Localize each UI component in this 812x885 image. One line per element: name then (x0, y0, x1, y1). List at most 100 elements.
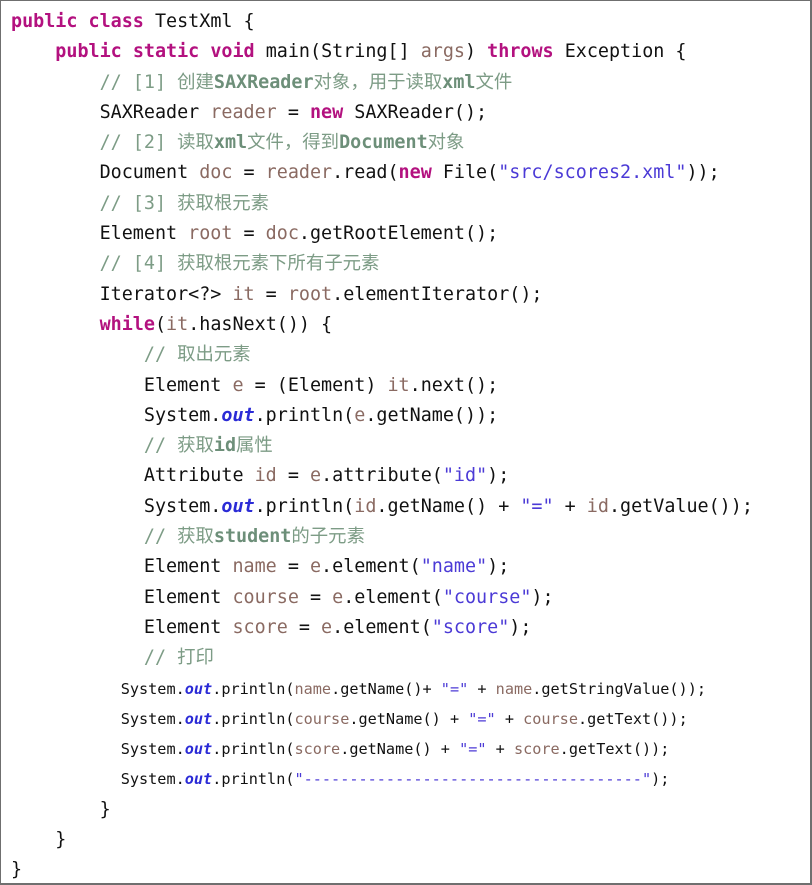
code-line-17: System.out.println(id.getName() + "=" + … (11, 492, 808, 522)
comment-text: 对象，用于读取 (313, 71, 443, 93)
code-line-11: while(it.hasNext()) { (11, 310, 808, 340)
token-method-println: .println( (254, 404, 355, 426)
token-punct: ); (509, 616, 532, 638)
token-var-it: it (387, 374, 410, 396)
comment-text: // [3] 获取根元素 (99, 192, 270, 214)
token-keyword-throws: throws (487, 41, 565, 63)
code-line-21: Element score = e.element("score"); (11, 613, 808, 643)
token-string-score: "score" (431, 616, 510, 638)
token-class-system: System. (143, 404, 222, 426)
token-var-id: id (254, 465, 277, 487)
token-method-element: .element( (343, 586, 443, 608)
token-string-name: "name" (420, 556, 488, 578)
token-var-reader: reader (210, 101, 277, 123)
token-type-element: Element (143, 616, 233, 638)
token-type-element: Element (143, 556, 233, 578)
token-type-iterator: Iterator<?> (99, 283, 233, 305)
token-method-read: .read( (332, 162, 399, 184)
token-type-document: Document (99, 162, 200, 184)
token-type-element: Element (143, 586, 233, 608)
token-var-score: score (294, 740, 341, 759)
token-constructor-call: SAXReader(); (354, 101, 488, 123)
token-field-out: out (184, 679, 213, 698)
token-operator: = (298, 586, 333, 608)
token-keyword-class: class (88, 11, 155, 32)
token-var-root: root (287, 283, 333, 305)
token-method-println: .println( (212, 709, 295, 728)
token-var-course: course (523, 709, 578, 728)
comment-text: // 获取 (143, 435, 214, 457)
comment-text: // 打印 (143, 647, 214, 669)
token-brace-close-while: } (99, 798, 111, 820)
token-class-system: System. (120, 709, 185, 728)
token-string-equals: "=" (520, 495, 554, 517)
comment-text: 对象 (427, 132, 465, 154)
code-line-7-comment: // [3] 获取根元素 (11, 189, 808, 219)
token-punct: ) (465, 41, 488, 63)
token-operator-plus: + (553, 495, 587, 517)
token-var-e: e (309, 465, 322, 487)
token-keyword-while: while (99, 313, 155, 335)
token-brace-close-method: } (55, 829, 67, 851)
token-param-args: args (420, 41, 466, 63)
token-operator: = (276, 101, 310, 123)
token-var-course: course (232, 586, 299, 608)
token-var-reader: reader (265, 162, 333, 184)
token-string-equals: "=" (459, 740, 487, 759)
token-var-root: root (188, 223, 233, 245)
token-punct: ); (487, 465, 510, 487)
comment-emphasis: Document (339, 132, 428, 154)
token-keyword-new: new (309, 101, 355, 123)
token-method-next: .next(); (409, 374, 499, 396)
token-var-id: id (354, 495, 377, 517)
code-line-6: Document doc = reader.read(new File("src… (11, 158, 808, 188)
code-line-4: SAXReader reader = new SAXReader(); (11, 98, 808, 128)
token-operator-plus: + (495, 709, 524, 728)
code-line-23: System.out.println(name.getName()+ "=" +… (11, 674, 808, 704)
comment-text: 属性 (236, 435, 273, 457)
token-var-course: course (294, 709, 350, 728)
token-var-e: e (321, 616, 333, 638)
token-method-getvalue: .getValue()); (608, 495, 753, 517)
code-line-27: } (11, 795, 808, 825)
token-var-it: it (166, 313, 189, 335)
comment-text: 的子元素 (291, 526, 365, 548)
token-var-doc: doc (265, 223, 299, 245)
code-line-1: public class TestXml { (11, 7, 808, 37)
token-punct: ); (487, 556, 510, 578)
code-line-25: System.out.println(score.getName() + "="… (11, 734, 808, 764)
token-brace-close-class: } (11, 859, 23, 881)
token-var-name: name (495, 679, 533, 698)
token-method-println: .println( (212, 679, 295, 698)
token-operator: = (254, 283, 288, 305)
token-method-attribute: .attribute( (321, 465, 443, 487)
token-type-file: File( (442, 162, 499, 184)
code-line-18-comment: // 获取student的子元素 (11, 522, 808, 552)
token-var-e: e (332, 586, 344, 608)
token-var-e: e (309, 556, 322, 578)
token-var-it: it (232, 283, 255, 305)
code-line-3-comment: // [1] 创建SAXReader对象，用于读取xml文件 (11, 68, 808, 98)
token-method-gettext: .getText()); (559, 740, 670, 759)
token-type-element: Element (99, 223, 189, 245)
token-operator: = (232, 223, 266, 245)
token-type-saxreader: SAXReader (99, 101, 211, 123)
token-keyword-public: public (11, 11, 89, 32)
token-operator: = (276, 465, 310, 487)
code-line-10: Iterator<?> it = root.elementIterator(); (11, 280, 808, 310)
code-listing: public class TestXml { public static voi… (11, 7, 808, 883)
